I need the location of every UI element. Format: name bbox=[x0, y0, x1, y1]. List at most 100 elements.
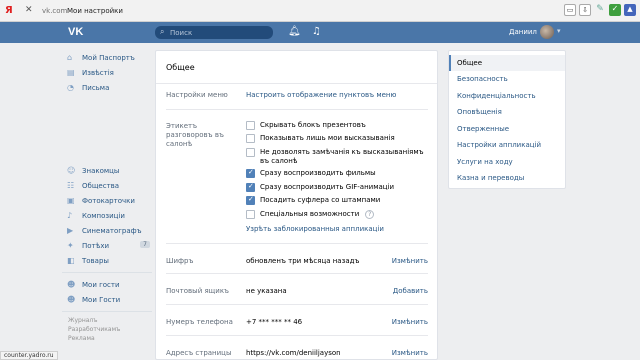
yandex-logo-icon[interactable]: Я bbox=[5, 5, 13, 16]
search-input[interactable] bbox=[170, 27, 270, 38]
page-title[interactable]: Мои настройки bbox=[67, 7, 123, 15]
music-player-icon[interactable]: ♫ bbox=[312, 26, 321, 37]
email-label: Почтовый ящикъ bbox=[166, 287, 229, 295]
search-box[interactable]: ⌕ bbox=[155, 26, 273, 39]
user-name[interactable]: Даниил bbox=[509, 28, 537, 36]
sidebar-item-news[interactable]: ▤ Извѣстія bbox=[62, 65, 152, 80]
groups-icon: ☷ bbox=[67, 181, 75, 190]
email-value: не указана bbox=[246, 287, 287, 295]
sidebar-item-photos[interactable]: ▣ Фотокарточки bbox=[62, 193, 152, 208]
sidebar-item-profile[interactable]: ⌂ Мой Паспортъ bbox=[62, 50, 152, 65]
sidebar-item-label: Товары bbox=[82, 256, 109, 265]
menu-settings-link[interactable]: Настроить отображение пунктовъ меню bbox=[246, 91, 396, 99]
settings-nav-notifications[interactable]: Оповѣщенія bbox=[449, 104, 565, 120]
sidebar-item-label: Письма bbox=[82, 83, 110, 92]
guests-icon: ☻ bbox=[67, 295, 76, 304]
option-label: Сразу воспроизводить GIF-анимаціи bbox=[260, 183, 395, 191]
page-address-label: Адресъ страницы bbox=[166, 349, 232, 357]
sidebar-item-music[interactable]: ♪ Композиціи bbox=[62, 208, 152, 223]
browser-toolbar: Я ✕ vk.com Мои настройки ▭ ⇩ ✎ ✓ ▲ bbox=[0, 0, 640, 22]
sidebar-item-label: Знакомцы bbox=[82, 166, 120, 175]
option-autoplay-video[interactable]: Сразу воспроизводить фильмы bbox=[246, 168, 376, 178]
sidebar-item-groups[interactable]: ☷ Общества bbox=[62, 178, 152, 193]
settings-nav: Общее Безопасность Конфиденціальность Оп… bbox=[448, 50, 566, 189]
option-label: Не дозволять замѣчанія къ высказываніямъ… bbox=[260, 148, 424, 165]
sidebar-item-label: Фотокарточки bbox=[82, 196, 135, 205]
checkbox[interactable] bbox=[246, 182, 255, 192]
option-label: Посадить суфлера со штампами bbox=[260, 196, 381, 204]
footer-link-blog[interactable]: Журналъ bbox=[68, 316, 152, 325]
row-divider bbox=[166, 109, 428, 110]
settings-nav-privacy[interactable]: Конфиденціальность bbox=[449, 88, 565, 104]
settings-nav-general[interactable]: Общее bbox=[449, 55, 565, 71]
settings-nav-mobile[interactable]: Услуги на ходу bbox=[449, 154, 565, 170]
sidebar-item-market[interactable]: ◧ Товары bbox=[62, 253, 152, 268]
sidebar-item-label: Мой Паспортъ bbox=[82, 53, 135, 62]
extension-icon[interactable]: ▲ bbox=[624, 4, 636, 16]
phone-value: +7 *** *** ** 46 bbox=[246, 318, 303, 326]
security-check-icon[interactable]: ✓ bbox=[609, 4, 621, 16]
checkbox[interactable] bbox=[246, 121, 255, 130]
sidebar-item-guests-2[interactable]: ☻ Мои Гости bbox=[62, 292, 152, 307]
settings-nav-security[interactable]: Безопасность bbox=[449, 71, 565, 87]
settings-nav-blacklist[interactable]: Отверженные bbox=[449, 121, 565, 137]
checkbox[interactable] bbox=[246, 168, 255, 178]
sidebar-item-videos[interactable]: ▶ Синематографъ bbox=[62, 223, 152, 238]
option-accessibility[interactable]: Спеціальныя возможности ? bbox=[246, 210, 375, 219]
notifications-bell-icon[interactable]: 🔔︎ bbox=[288, 26, 301, 37]
settings-nav-apps[interactable]: Настройки аппликацій bbox=[449, 137, 565, 153]
download-icon[interactable]: ⇩ bbox=[579, 4, 591, 16]
menu-settings-label: Настройки меню bbox=[166, 91, 228, 99]
sidebar-item-friends[interactable]: ☺ Знакомцы bbox=[62, 163, 152, 178]
sidebar-item-label: Общества bbox=[82, 181, 120, 190]
settings-nav-payments[interactable]: Казна и переводы bbox=[449, 170, 565, 186]
help-icon[interactable]: ? bbox=[365, 210, 375, 219]
games-icon: ✦ bbox=[67, 241, 74, 250]
option-show-own-posts[interactable]: Показывать лишь мои высказыванія bbox=[246, 134, 395, 143]
checkbox[interactable] bbox=[246, 134, 255, 143]
row-divider bbox=[166, 304, 428, 305]
sidebar-item-label: Композиціи bbox=[82, 211, 125, 220]
option-hide-gifts[interactable]: Скрывать блокъ презентовъ bbox=[246, 121, 366, 130]
blocked-apps-link[interactable]: Узрѣть заблокированныя аппликаціи bbox=[246, 225, 384, 233]
friends-icon: ☺ bbox=[67, 166, 76, 175]
add-email-link[interactable]: Добавить bbox=[393, 287, 428, 295]
change-address-link[interactable]: Измѣнить bbox=[392, 349, 428, 357]
option-disable-comments[interactable]: Не дозволять замѣчанія къ высказываніямъ… bbox=[246, 148, 431, 166]
music-icon: ♪ bbox=[67, 211, 73, 220]
checkbox[interactable] bbox=[246, 210, 255, 219]
chevron-down-icon[interactable]: ▾ bbox=[557, 27, 561, 35]
phone-label: Нумеръ телефона bbox=[166, 318, 233, 326]
option-stickers-suggest[interactable]: Посадить суфлера со штампами bbox=[246, 195, 381, 205]
checkbox[interactable] bbox=[246, 148, 255, 157]
sidebar-item-games[interactable]: ✦ Потѣхи 7 bbox=[62, 238, 152, 253]
sidebar-item-label: Потѣхи bbox=[82, 241, 110, 250]
site-header: VK ⌕ 🔔︎ ♫ Даниил ▾ bbox=[0, 22, 640, 43]
password-value: обновленъ три мѣсяца назадъ bbox=[246, 257, 360, 265]
footer-link-developers[interactable]: Разработчикамъ bbox=[68, 325, 152, 334]
close-tab-icon[interactable]: ✕ bbox=[25, 5, 33, 15]
bookmark-icon[interactable]: ▭ bbox=[564, 4, 576, 16]
address-domain[interactable]: vk.com bbox=[42, 7, 67, 15]
sidebar-item-label: Синематографъ bbox=[82, 226, 142, 235]
option-autoplay-gif[interactable]: Сразу воспроизводить GIF-анимаціи bbox=[246, 182, 395, 192]
row-divider bbox=[166, 243, 428, 244]
change-password-link[interactable]: Измѣнить bbox=[392, 257, 428, 265]
vk-logo-icon[interactable]: VK bbox=[68, 24, 88, 40]
feather-extension-icon[interactable]: ✎ bbox=[594, 4, 606, 16]
checkbox[interactable] bbox=[246, 195, 255, 205]
password-label: Шифръ bbox=[166, 257, 194, 265]
messages-icon: ◔ bbox=[67, 83, 74, 92]
row-divider bbox=[166, 273, 428, 274]
video-icon: ▶ bbox=[67, 226, 74, 235]
left-sidebar: ⌂ Мой Паспортъ ▤ Извѣстія ◔ Письма ☺ Зна… bbox=[62, 50, 152, 343]
guests-icon: ☻ bbox=[67, 280, 76, 289]
sidebar-item-messages[interactable]: ◔ Письма bbox=[62, 80, 152, 95]
change-phone-link[interactable]: Измѣнить bbox=[392, 318, 428, 326]
footer-link-ads[interactable]: Реклама bbox=[68, 334, 152, 343]
sidebar-item-label: Мои Гости bbox=[82, 295, 121, 304]
settings-card: Общее Настройки меню Настроить отображен… bbox=[155, 50, 438, 360]
sidebar-item-guests[interactable]: ☻ Мои гости bbox=[62, 277, 152, 292]
card-title: Общее bbox=[166, 63, 195, 72]
avatar[interactable] bbox=[540, 25, 554, 39]
